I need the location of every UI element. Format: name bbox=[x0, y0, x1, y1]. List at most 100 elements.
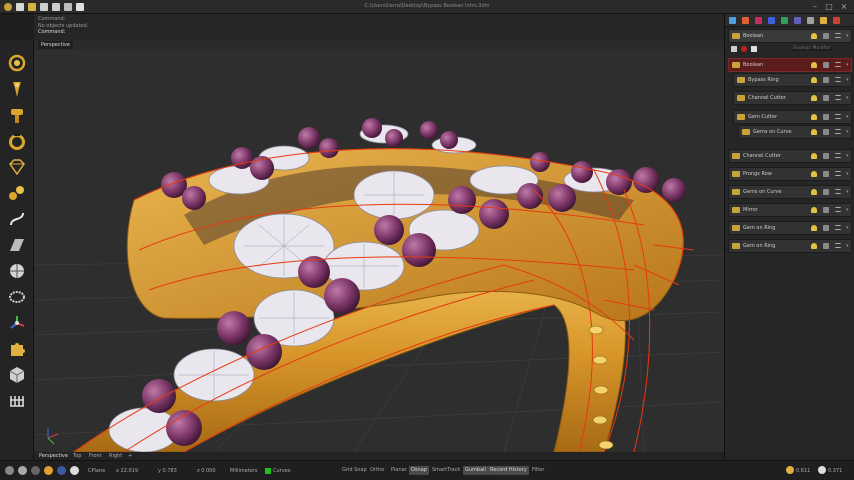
surface-icon[interactable] bbox=[6, 234, 28, 256]
notes-icon[interactable] bbox=[794, 17, 801, 24]
chevron-down-icon[interactable]: ▾ bbox=[846, 153, 852, 159]
menu-icon[interactable] bbox=[835, 62, 841, 67]
gear-icon[interactable] bbox=[823, 153, 829, 159]
chevron-down-icon[interactable]: ▾ bbox=[846, 95, 852, 101]
tab-top[interactable]: Top bbox=[73, 453, 81, 459]
modifier-row[interactable]: Gem Cutter ▾ bbox=[733, 110, 852, 124]
materials-icon[interactable] bbox=[755, 17, 762, 24]
chevron-down-icon[interactable]: ▾ bbox=[846, 33, 852, 39]
menu-icon[interactable] bbox=[835, 207, 841, 212]
close-icon[interactable]: × bbox=[839, 2, 849, 12]
perspective-viewport[interactable] bbox=[34, 50, 724, 452]
layers-icon[interactable] bbox=[729, 17, 736, 24]
properties-icon[interactable] bbox=[742, 17, 749, 24]
sphere-icon[interactable] bbox=[6, 260, 28, 282]
puzzle-icon[interactable] bbox=[6, 338, 28, 360]
gear-icon[interactable] bbox=[823, 207, 829, 213]
gear-icon[interactable] bbox=[823, 114, 829, 120]
smarttrack-toggle[interactable]: SmartTrack bbox=[430, 466, 462, 475]
display-icon[interactable] bbox=[768, 17, 775, 24]
menu-icon[interactable] bbox=[835, 171, 841, 176]
modifier-row[interactable]: Gem on Ring ▾ bbox=[728, 239, 852, 253]
command-prompt[interactable]: Command: bbox=[38, 29, 720, 36]
chevron-down-icon[interactable]: ▾ bbox=[846, 207, 852, 213]
minimize-icon[interactable]: – bbox=[810, 2, 820, 12]
filter-toggle[interactable]: Filter bbox=[530, 466, 546, 475]
pendant-icon[interactable] bbox=[6, 78, 28, 100]
chevron-down-icon[interactable]: ▾ bbox=[846, 129, 852, 135]
gear-icon[interactable] bbox=[823, 189, 829, 195]
menu-icon[interactable] bbox=[835, 129, 841, 134]
bail-icon[interactable] bbox=[6, 104, 28, 126]
menu-icon[interactable] bbox=[835, 95, 841, 100]
chevron-down-icon[interactable]: ▾ bbox=[846, 114, 852, 120]
diamond-icon[interactable] bbox=[6, 156, 28, 178]
modifier-header[interactable]: Boolean ▾ bbox=[728, 29, 852, 43]
gear-icon[interactable] bbox=[823, 171, 829, 177]
bulb-icon[interactable] bbox=[811, 153, 817, 159]
record-history-toggle[interactable]: Record History bbox=[488, 466, 529, 475]
prongs-icon[interactable] bbox=[6, 390, 28, 412]
cube-icon[interactable] bbox=[6, 364, 28, 386]
modifier-row[interactable]: Mirror ▾ bbox=[728, 203, 852, 217]
bulb-icon[interactable] bbox=[811, 225, 817, 231]
gumball-icon[interactable] bbox=[6, 312, 28, 334]
bulb-icon[interactable] bbox=[811, 129, 817, 135]
gumball-toggle[interactable]: Gumball bbox=[463, 466, 488, 475]
brush-icon[interactable] bbox=[751, 46, 757, 52]
modifier-stack-icon[interactable] bbox=[820, 17, 827, 24]
gear-icon[interactable] bbox=[823, 33, 829, 39]
curve-icon[interactable] bbox=[6, 208, 28, 230]
modifier-row[interactable]: Prongs Row ▾ bbox=[728, 167, 852, 181]
record-icon[interactable] bbox=[741, 46, 747, 52]
bulb-icon[interactable] bbox=[811, 33, 817, 39]
menu-icon[interactable] bbox=[835, 243, 841, 248]
modifier-row[interactable]: Boolean ▾ bbox=[728, 58, 852, 72]
gear-icon[interactable] bbox=[823, 77, 829, 83]
settings-icon[interactable] bbox=[5, 466, 14, 475]
tab-front[interactable]: Front bbox=[89, 453, 102, 459]
ortho-toggle[interactable]: Ortho bbox=[368, 466, 386, 475]
modifier-row[interactable]: Channel Cutter ▾ bbox=[733, 91, 852, 105]
chevron-down-icon[interactable]: ▾ bbox=[846, 77, 852, 83]
modifier-row[interactable]: Gem on Ring ▾ bbox=[728, 221, 852, 235]
modifier-row[interactable]: Bypass Ring ▾ bbox=[733, 73, 852, 87]
chevron-down-icon[interactable]: ▾ bbox=[846, 189, 852, 195]
shaded-mode-icon[interactable] bbox=[31, 466, 40, 475]
bulb-icon[interactable] bbox=[811, 114, 817, 120]
tab-perspective[interactable]: Perspective bbox=[39, 453, 68, 459]
current-layer[interactable]: Curves bbox=[273, 468, 290, 474]
bulb-icon[interactable] bbox=[811, 207, 817, 213]
cplane-label[interactable]: CPlane bbox=[88, 468, 105, 474]
modifier-row[interactable]: Gems on Curve ▾ bbox=[728, 185, 852, 199]
add-modifier-icon[interactable] bbox=[731, 46, 737, 52]
chevron-down-icon[interactable]: ▾ bbox=[846, 171, 852, 177]
gem-ring-icon[interactable] bbox=[6, 52, 28, 74]
gems-on-curve-icon[interactable] bbox=[6, 182, 28, 204]
tools-icon[interactable] bbox=[833, 17, 840, 24]
planar-toggle[interactable]: Planar bbox=[389, 466, 409, 475]
gear-icon[interactable] bbox=[823, 62, 829, 68]
gem-material-icon[interactable] bbox=[70, 466, 79, 475]
bulb-icon[interactable] bbox=[811, 171, 817, 177]
chevron-down-icon[interactable]: ▾ bbox=[846, 225, 852, 231]
history-icon[interactable] bbox=[807, 17, 814, 24]
bulb-icon[interactable] bbox=[811, 189, 817, 195]
gear-icon[interactable] bbox=[823, 243, 829, 249]
bulb-icon[interactable] bbox=[811, 62, 817, 68]
viewport-title[interactable]: Perspective bbox=[38, 41, 73, 49]
bulb-icon[interactable] bbox=[811, 95, 817, 101]
menu-icon[interactable] bbox=[835, 33, 841, 38]
gear-icon[interactable] bbox=[823, 129, 829, 135]
ring-shank-icon[interactable] bbox=[6, 130, 28, 152]
menu-icon[interactable] bbox=[835, 153, 841, 158]
gold-material-icon[interactable] bbox=[44, 466, 53, 475]
rendered-mode-icon[interactable] bbox=[57, 466, 66, 475]
grid-snap-toggle[interactable]: Grid Snap bbox=[340, 466, 369, 475]
bulb-icon[interactable] bbox=[811, 77, 817, 83]
command-area[interactable]: Command: No objects updated. Command: bbox=[34, 14, 724, 40]
bulb-icon[interactable] bbox=[811, 243, 817, 249]
tab-right[interactable]: Right bbox=[109, 453, 122, 459]
units-label[interactable]: Millimeters bbox=[230, 468, 258, 474]
viewport-mode-icon[interactable] bbox=[18, 466, 27, 475]
